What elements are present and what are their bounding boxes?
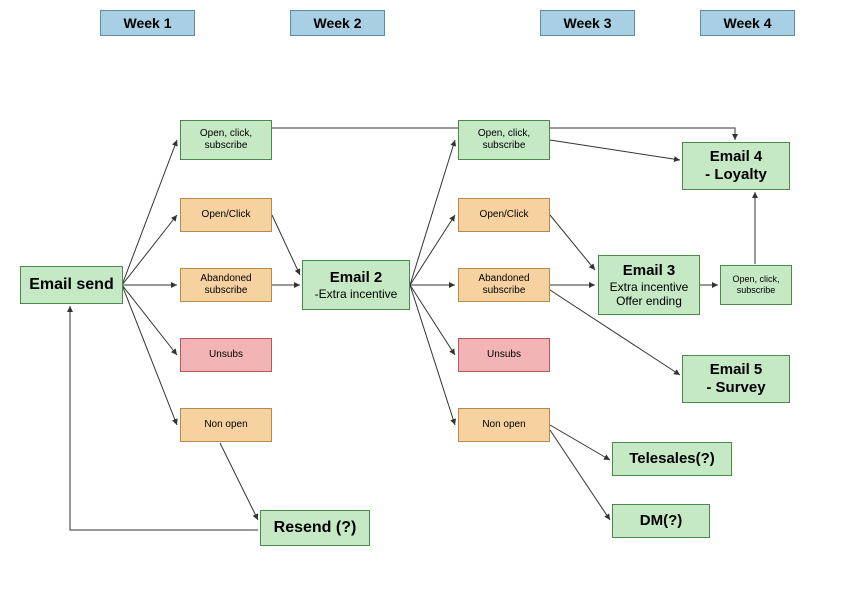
- node-resend: Resend (?): [260, 510, 370, 546]
- node-w2-abandoned: Abandoned subscribe: [458, 268, 550, 302]
- node-w1-unsubs: Unsubs: [180, 338, 272, 372]
- node-email5-sub: - Survey: [706, 379, 765, 397]
- node-email5: Email 5 - Survey: [682, 355, 790, 403]
- node-email3-sub1: Extra incentive: [610, 280, 689, 294]
- node-email4: Email 4 - Loyalty: [682, 142, 790, 190]
- node-w1-abandoned: Abandoned subscribe: [180, 268, 272, 302]
- week-header-2: Week 2: [290, 10, 385, 36]
- node-w2-openclick: Open/Click: [458, 198, 550, 232]
- node-email3-sub2: Offer ending: [616, 294, 682, 308]
- week-header-3: Week 3: [540, 10, 635, 36]
- node-w2-nonopen: Non open: [458, 408, 550, 442]
- week-header-1: Week 1: [100, 10, 195, 36]
- node-w2-ocs: Open, click, subscribe: [458, 120, 550, 160]
- node-email4-sub: - Loyalty: [705, 166, 767, 184]
- node-w1-ocs: Open, click, subscribe: [180, 120, 272, 160]
- node-email4-title: Email 4: [710, 148, 763, 166]
- node-email3-title: Email 3: [623, 262, 676, 280]
- node-dm: DM(?): [612, 504, 710, 538]
- node-email-send: Email send: [20, 266, 123, 304]
- node-w1-nonopen: Non open: [180, 408, 272, 442]
- node-email2: Email 2 -Extra incentive: [302, 260, 410, 310]
- node-email2-title: Email 2: [330, 269, 383, 287]
- node-email2-sub: -Extra incentive: [315, 287, 398, 301]
- node-w1-openclick: Open/Click: [180, 198, 272, 232]
- node-telesales: Telesales(?): [612, 442, 732, 476]
- node-email3: Email 3 Extra incentive Offer ending: [598, 255, 700, 315]
- node-email5-title: Email 5: [710, 361, 763, 379]
- week-header-4: Week 4: [700, 10, 795, 36]
- node-w3-ocs: Open, click, subscribe: [720, 265, 792, 305]
- node-w2-unsubs: Unsubs: [458, 338, 550, 372]
